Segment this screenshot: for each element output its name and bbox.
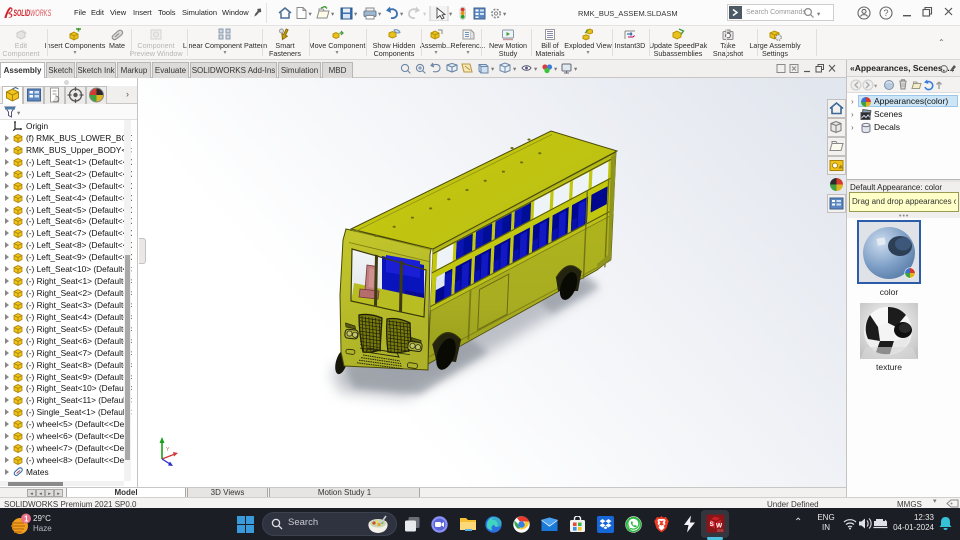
svg-text:▾: ▾ [817, 11, 821, 18]
svg-text:Y: Y [166, 447, 170, 453]
svg-text:2021: 2021 [717, 528, 724, 532]
svg-text:?: ? [884, 8, 889, 18]
svg-text:▾: ▾ [534, 66, 538, 73]
svg-text:▾: ▾ [17, 110, 21, 117]
svg-text:▾: ▾ [491, 66, 495, 73]
svg-text:1: 1 [24, 515, 29, 524]
svg-text:WORKS: WORKS [30, 8, 51, 19]
svg-text:▾: ▾ [574, 66, 578, 73]
svg-text:S: S [710, 521, 715, 528]
svg-text:SOLID: SOLID [13, 8, 30, 19]
svg-text:▾: ▾ [503, 11, 507, 18]
svg-text:▾: ▾ [554, 66, 558, 73]
svg-text:▾: ▾ [331, 11, 335, 18]
svg-text:▾: ▾ [400, 11, 404, 18]
svg-text:▾: ▾ [513, 66, 517, 73]
svg-text:▾: ▾ [449, 11, 453, 18]
svg-text:▾: ▾ [874, 83, 878, 90]
svg-text:▾: ▾ [378, 11, 382, 18]
svg-text:▾: ▾ [309, 11, 313, 18]
svg-text:▾: ▾ [354, 11, 358, 18]
svg-text:▾: ▾ [423, 11, 427, 18]
